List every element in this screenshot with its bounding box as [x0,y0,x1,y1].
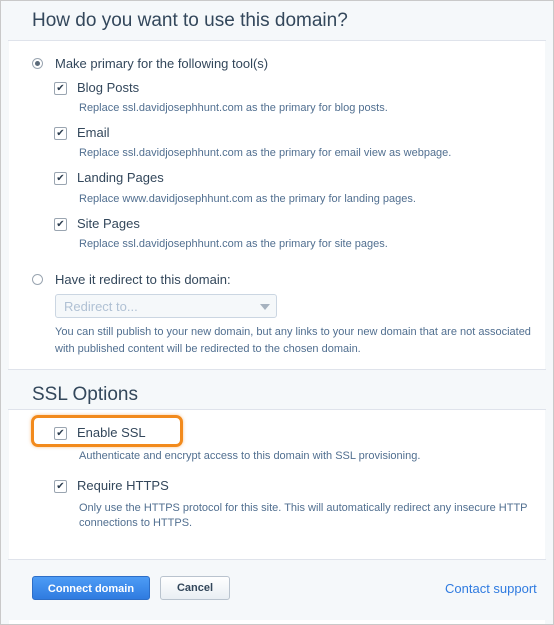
require-https-description-line-1: Only use the HTTPS protocol for this sit… [79,502,528,514]
contact-support-link[interactable]: Contact support [445,581,537,596]
enable-ssl-label: Enable SSL [77,425,146,440]
connect-domain-button[interactable]: Connect domain [32,576,150,600]
email-description: Replace ssl.davidjosephhunt.com as the p… [79,147,452,159]
enable-ssl-checkbox[interactable]: ✔ [54,427,67,440]
cancel-button[interactable]: Cancel [160,576,230,600]
blog-posts-label: Blog Posts [77,80,140,95]
require-https-description-line-2: connections to HTTPS. [79,517,193,529]
redirect-select[interactable]: Redirect to... [55,294,277,318]
landing-pages-label: Landing Pages [77,170,164,185]
blog-posts-description: Replace ssl.davidjosephhunt.com as the p… [79,102,388,114]
right-gutter [545,1,553,624]
email-checkbox[interactable]: ✔ [54,127,67,140]
primary-radio[interactable] [32,58,43,69]
chevron-down-icon [260,304,270,310]
enable-ssl-description: Authenticate and encrypt access to this … [79,450,421,462]
blog-posts-checkbox[interactable]: ✔ [54,82,67,95]
landing-pages-description: Replace www.davidjosephhunt.com as the p… [79,193,416,205]
redirect-help-line-2: with published content will be redirecte… [55,343,361,355]
require-https-label: Require HTTPS [77,478,169,493]
primary-option-label: Make primary for the following tool(s) [55,56,269,71]
redirect-select-value: Redirect to... [64,299,138,314]
email-label: Email [77,125,110,140]
left-gutter [1,1,9,624]
site-pages-checkbox[interactable]: ✔ [54,218,67,231]
require-https-checkbox[interactable]: ✔ [54,480,67,493]
usage-section-header: How do you want to use this domain? [8,1,546,41]
redirect-option-label: Have it redirect to this domain: [55,272,231,287]
redirect-radio[interactable] [32,274,43,285]
site-pages-label: Site Pages [77,216,140,231]
usage-section-title: How do you want to use this domain? [32,10,348,31]
redirect-help-line-1: You can still publish to your new domain… [55,326,531,338]
ssl-section-title: SSL Options [32,384,138,405]
landing-pages-checkbox[interactable]: ✔ [54,172,67,185]
site-pages-description: Replace ssl.davidjosephhunt.com as the p… [79,238,388,250]
ssl-section-header: SSL Options [8,369,546,410]
